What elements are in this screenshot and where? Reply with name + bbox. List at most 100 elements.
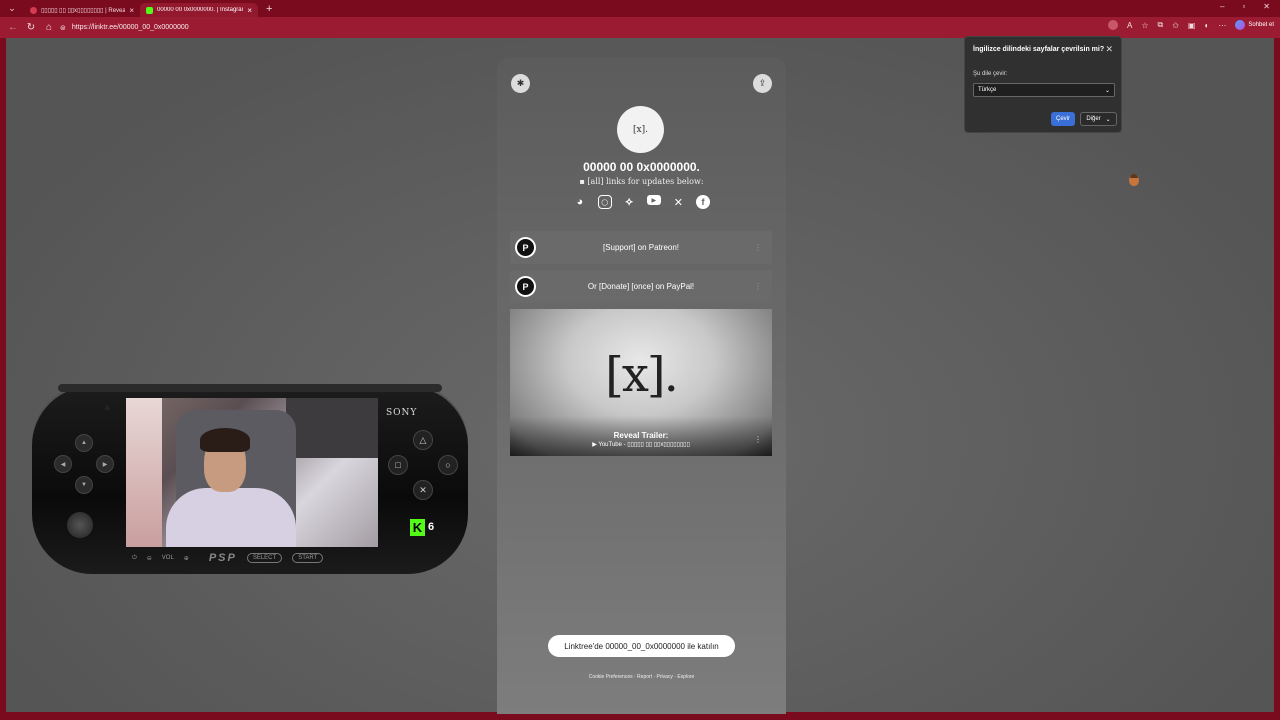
- social-icons: ◕ ◯ ⟡ ▶ ✕ f: [573, 195, 710, 209]
- translate-icon[interactable]: [1107, 20, 1118, 30]
- linktree-menu-icon[interactable]: ✱: [511, 74, 530, 93]
- reload-icon[interactable]: ↻: [22, 22, 40, 33]
- site-info-icon[interactable]: ⊜: [60, 24, 66, 32]
- profile-bio: ▪ [all] links for updates below:: [579, 177, 704, 186]
- more-options-icon[interactable]: ⋮: [754, 243, 762, 252]
- webcam-screen: [126, 398, 378, 547]
- link-paypal[interactable]: P Or [Donate] [once] on PayPal! ⋮: [510, 270, 772, 303]
- bluesky-icon[interactable]: ⟡: [622, 195, 636, 209]
- triangle-icon: △: [413, 430, 433, 450]
- favorites-icon[interactable]: ✩: [1172, 21, 1179, 30]
- bio-text: [all] links for updates below:: [587, 177, 704, 186]
- other-options-button[interactable]: Diğer ⌄: [1080, 112, 1117, 126]
- tab-title: ▯▯▯▯▯ ▯▯ ▯▯x▯▯▯▯▯▯▯▯ | Reveal: [41, 7, 126, 14]
- psp-webcam-overlay: ⁘ ▲ ◀ ▶ ▼ SONY △ □ ○ ✕ K 6 ⏻ ⊖ VOL ⊕ PSP…: [32, 384, 468, 574]
- address-bar[interactable]: ⊜ https://linktr.ee/00000_00_0x0000000: [60, 20, 1120, 35]
- home-icon[interactable]: ⌂: [40, 22, 58, 33]
- floating-avatar-icon: [1129, 174, 1139, 186]
- analog-stick: [67, 512, 93, 538]
- kick-icon: K: [410, 518, 425, 536]
- trailer-title: Reveal Trailer:: [613, 431, 669, 440]
- language-select[interactable]: Türkçe ⌄: [973, 83, 1115, 97]
- webcam-background-room: [286, 398, 378, 458]
- vol-label: VOL: [161, 555, 174, 561]
- select-button: SELECT: [246, 553, 283, 563]
- youtube-icon[interactable]: ▶: [646, 195, 661, 205]
- x-icon[interactable]: ✕: [671, 195, 685, 209]
- profile-icon[interactable]: ◐: [1204, 21, 1209, 30]
- psp-logo: PSP: [208, 552, 237, 564]
- psp-bottom-row: ⏻ ⊖ VOL ⊕ PSP SELECT START: [132, 552, 372, 564]
- streamer-shirt: [166, 488, 296, 547]
- trailer-subtitle: ▶ YouTube - ▯▯▯▯▯ ▯▯ ▯▯x▯▯▯▯▯▯▯▯: [592, 442, 690, 448]
- new-tab-button[interactable]: +: [266, 3, 272, 15]
- selected-language: Türkçe: [978, 87, 997, 93]
- translate-label: Şu dile çevir:: [973, 71, 1008, 77]
- link-label: Or [Donate] [once] on PayPal!: [587, 282, 695, 291]
- back-icon[interactable]: ←: [4, 22, 22, 33]
- webcam-background-left: [126, 398, 162, 547]
- tab-strip: ⌄ ▯▯▯▯▯ ▯▯ ▯▯x▯▯▯▯▯▯▯▯ | Reveal × 00000 …: [0, 0, 1280, 17]
- tab-list-chevron-icon[interactable]: ⌄: [0, 3, 24, 14]
- trailer-card[interactable]: [x]. Reveal Trailer: ▶ YouTube - ▯▯▯▯▯ ▯…: [510, 309, 772, 456]
- extensions-icon[interactable]: ⧉: [1157, 20, 1163, 30]
- copilot-icon: [1235, 20, 1246, 30]
- dpad-up-icon: ▲: [75, 434, 93, 452]
- minimize-icon[interactable]: –: [1220, 2, 1224, 11]
- psp-rim: [58, 384, 442, 392]
- more-menu-icon[interactable]: ⋯: [1218, 21, 1226, 30]
- discord-icon[interactable]: ◕: [573, 195, 587, 209]
- profile-name: 00000 00 0x0000000.: [583, 160, 700, 174]
- linktree-profile: ✱ ⇪ [x]. 00000 00 0x0000000. ▪ [all] lin…: [497, 58, 786, 714]
- streamer-hair: [200, 428, 250, 452]
- avatar: [x].: [617, 106, 664, 153]
- cross-icon: ✕: [413, 480, 433, 500]
- toolbar: ← ↻ ⌂ ⊜ https://linktr.ee/00000_00_0x000…: [0, 17, 1280, 38]
- frame-bottom: [0, 714, 1280, 720]
- link-label: [Support] on Patreon!: [602, 243, 680, 252]
- kick-badge: K 6: [410, 518, 440, 536]
- close-window-icon[interactable]: ✕: [1263, 2, 1270, 11]
- frame-left: [0, 38, 4, 714]
- tab-title: 00000 00 0x0000000. | Instagram,: [157, 7, 244, 13]
- close-icon[interactable]: ✕: [1105, 44, 1113, 55]
- share-icon[interactable]: ⇪: [753, 74, 772, 93]
- dpad-left-icon: ◀: [54, 455, 72, 473]
- start-button: START: [292, 553, 324, 563]
- sony-logo: SONY: [386, 408, 418, 418]
- copilot-chat-button[interactable]: Sohbet et: [1235, 20, 1274, 30]
- translate-popup: İngilizce dilindeki sayfalar çevrilsin m…: [964, 36, 1122, 133]
- instagram-icon[interactable]: ◯: [597, 195, 612, 209]
- dpad: ▲ ◀ ▶ ▼: [54, 434, 114, 494]
- chevron-down-icon: ⌄: [1105, 116, 1111, 123]
- footer-links[interactable]: Cookie Preferences · Report · Privacy · …: [497, 674, 786, 680]
- maximize-icon[interactable]: ▫: [1242, 2, 1245, 11]
- tab-reveal[interactable]: ▯▯▯▯▯ ▯▯ ▯▯x▯▯▯▯▯▯▯▯ | Reveal ×: [24, 3, 140, 17]
- chevron-down-icon: ⌄: [1104, 88, 1110, 94]
- square-icon: □: [388, 455, 408, 475]
- translate-button[interactable]: Çevir: [1051, 112, 1075, 126]
- youtube-favicon-icon: [30, 6, 37, 14]
- circle-icon: ○: [438, 455, 458, 475]
- toolbar-actions: A ☆ ⧉ ✩ ▣ ◐ ⋯ Sohbet et: [1107, 20, 1274, 30]
- favorite-star-icon[interactable]: ☆: [1141, 21, 1148, 30]
- collections-icon[interactable]: ▣: [1188, 21, 1196, 30]
- dpad-down-icon: ▼: [75, 476, 93, 494]
- more-options-icon[interactable]: ⋮: [754, 435, 762, 444]
- read-aloud-icon[interactable]: A: [1127, 21, 1132, 30]
- join-linktree-button[interactable]: Linktree'de 00000_00_0x0000000 ile katıl…: [548, 635, 735, 657]
- frame-right: [1276, 38, 1280, 714]
- chat-label: Sohbet et: [1248, 22, 1274, 28]
- vol-plus-icon: ⊕: [183, 555, 189, 562]
- close-icon[interactable]: ×: [247, 6, 252, 15]
- facebook-icon[interactable]: f: [695, 195, 710, 209]
- playstation-icon: ⏻: [132, 554, 137, 561]
- speaker-icon: ⁘: [104, 404, 111, 413]
- close-icon[interactable]: ×: [129, 6, 134, 15]
- translate-question: İngilizce dilindeki sayfalar çevrilsin m…: [973, 46, 1105, 53]
- link-patreon[interactable]: P [Support] on Patreon! ⋮: [510, 231, 772, 264]
- trailer-logo: [x].: [605, 347, 679, 403]
- tab-linktree[interactable]: 00000 00 0x0000000. | Instagram, ×: [140, 3, 258, 17]
- more-options-icon[interactable]: ⋮: [754, 282, 762, 291]
- kick-count: 6: [428, 521, 435, 533]
